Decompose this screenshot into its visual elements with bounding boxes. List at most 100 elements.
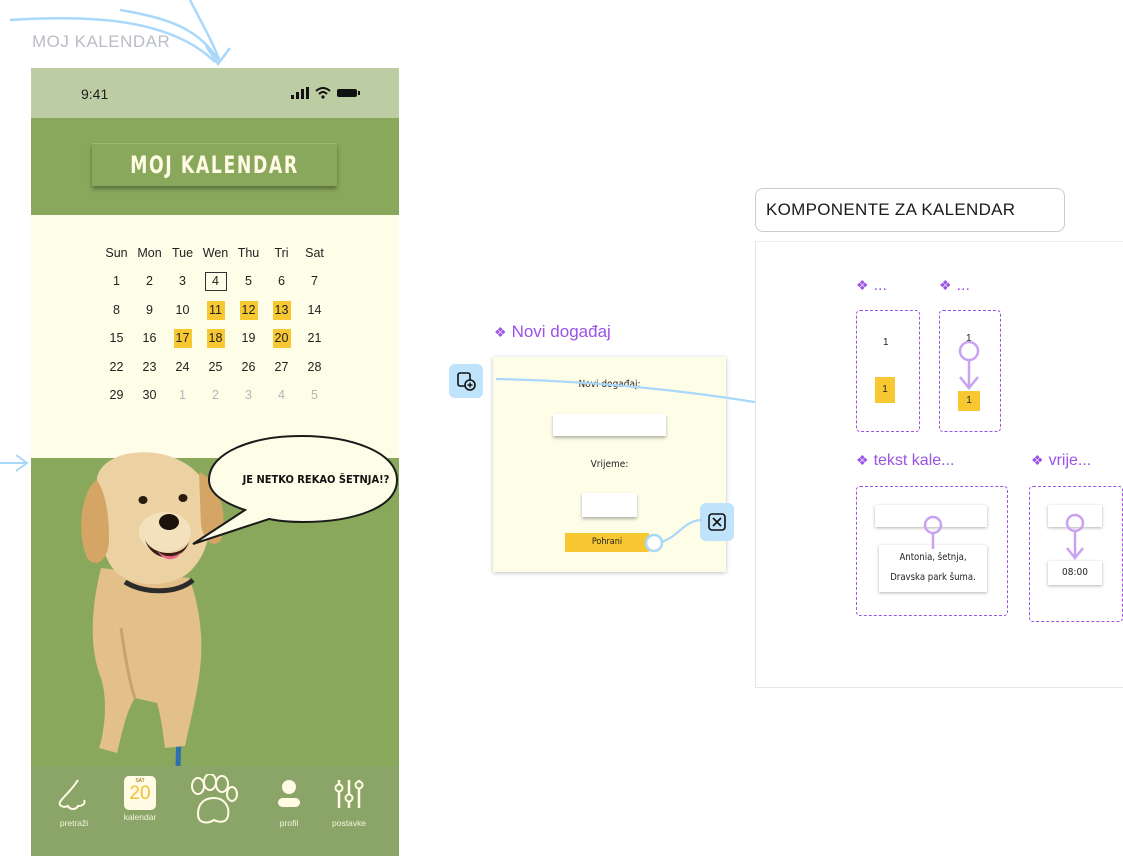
day-cell-component-set: 1 1 — [856, 310, 920, 432]
calendar-day[interactable]: 2 — [133, 272, 166, 291]
calendar-day[interactable]: 14 — [298, 301, 331, 320]
calendar-day[interactable]: 20 — [265, 329, 298, 349]
frame-label[interactable]: MOJ KALENDAR — [32, 32, 170, 52]
calendar-day-label: 8 — [113, 302, 120, 317]
calendar-day-label: 25 — [208, 359, 223, 374]
status-bar: 9:41 — [31, 68, 399, 118]
weekday-label: Mon — [137, 246, 162, 261]
nav-item-postavke[interactable]: postavke — [319, 776, 379, 828]
calendar-day-label: 29 — [109, 388, 124, 403]
calendar-day[interactable]: 30 — [133, 386, 166, 405]
time-filled: 08:00 — [1048, 561, 1102, 585]
calendar-day[interactable]: 1 — [166, 386, 199, 405]
calendar-day-label: 5 — [245, 274, 252, 289]
calendar-day[interactable]: 19 — [232, 329, 265, 348]
status-time: 9:41 — [81, 86, 109, 102]
calendar-day[interactable]: 1 — [100, 272, 133, 291]
calendar-day[interactable]: 11 — [199, 300, 232, 320]
calendar-day-label: 3 — [245, 388, 252, 403]
calendar-day[interactable]: 4 — [265, 386, 298, 405]
calendar-day-label: 14 — [307, 302, 322, 317]
novi-dogadjaj-component-title[interactable]: ❖ Novi događaj — [494, 322, 611, 342]
calendar-day[interactable]: 24 — [166, 358, 199, 377]
calendar-day-label: 2 — [212, 388, 219, 403]
calendar-day-label: 11 — [206, 300, 225, 320]
component-title-time[interactable]: ❖ vrije... — [1031, 452, 1091, 470]
day-select-component-set: 1 1 — [939, 310, 1001, 432]
calendar-day[interactable]: 2 — [199, 386, 232, 405]
calendar-day[interactable]: 22 — [100, 358, 133, 377]
calendar-day[interactable]: 27 — [265, 358, 298, 377]
calendar-day[interactable]: 3 — [232, 386, 265, 405]
interaction-arrow — [923, 515, 943, 549]
component-title-calendar-text[interactable]: ❖ tekst kale... — [856, 452, 954, 470]
calendar-day[interactable]: 8 — [100, 301, 133, 320]
calendar-day[interactable]: 15 — [100, 329, 133, 348]
nav-item-paw[interactable] — [183, 773, 243, 834]
speech-bubble — [192, 434, 399, 545]
app-header: MOJ KALENDAR — [31, 118, 399, 215]
calendar-week-row: 22 23 24 25 26 27 28 — [100, 353, 332, 382]
calendar-day-label: 21 — [307, 331, 322, 346]
nose-search-icon — [58, 779, 86, 810]
calendar-day-label: 28 — [307, 359, 322, 374]
calendar-day[interactable]: 23 — [133, 358, 166, 377]
calendar-day[interactable]: 4 — [199, 272, 232, 292]
calendar-text-line2: Dravska park šuma. — [890, 572, 976, 583]
calendar-day[interactable]: 13 — [265, 300, 298, 320]
component-title-day[interactable]: ❖... — [856, 277, 887, 295]
component-title-text: Novi događaj — [511, 322, 611, 341]
components-section-label[interactable]: KOMPONENTE ZA KALENDAR — [755, 188, 1065, 232]
nav-item-profil[interactable]: profil — [259, 776, 319, 828]
calendar-day-label: 24 — [175, 359, 190, 374]
signal-icon — [291, 86, 309, 99]
calendar-day[interactable]: 12 — [232, 300, 265, 320]
calendar-day-label: 7 — [311, 274, 318, 289]
calendar-day-label: 18 — [206, 329, 225, 349]
calendar-day-label: 15 — [109, 331, 124, 346]
calendar-day-label: 9 — [146, 302, 153, 317]
calendar-icon-date: 20 — [129, 783, 151, 804]
calendar-day[interactable]: 17 — [166, 329, 199, 349]
calendar-day[interactable]: 6 — [265, 272, 298, 291]
nav-item-pretrazi[interactable]: pretraži — [44, 776, 104, 828]
nav-label: profil — [279, 818, 299, 828]
nav-label: postavke — [331, 818, 367, 828]
calendar-day[interactable]: 10 — [166, 301, 199, 320]
calendar-day-label: 20 — [272, 329, 291, 349]
calendar-week-row: 8 9 10 11 12 13 14 — [100, 296, 332, 325]
calendar-day-label: 4 — [204, 272, 227, 292]
calendar-day[interactable]: 3 — [166, 272, 199, 291]
nav-item-kalendar[interactable]: SAT 20 kalendar — [110, 776, 170, 822]
calendar-day[interactable]: 21 — [298, 329, 331, 348]
calendar-day-label: 6 — [278, 274, 285, 289]
calendar-text-component-set: Antonia, šetnja, Dravska park šuma. — [856, 486, 1008, 616]
paw-icon — [191, 773, 238, 824]
calendar-day[interactable]: 26 — [232, 358, 265, 377]
calendar-day-label: 27 — [274, 359, 289, 374]
status-icons — [291, 85, 361, 100]
calendar-day[interactable]: 29 — [100, 386, 133, 405]
calendar-day[interactable]: 5 — [232, 272, 265, 291]
calendar-day-label: 5 — [311, 388, 318, 403]
calendar-day[interactable]: 5 — [298, 386, 331, 405]
bottom-nav: pretraži SAT 20 kalendar profil postavke — [31, 766, 399, 856]
calendar-day[interactable]: 16 — [133, 329, 166, 348]
calendar-day-label: 22 — [109, 359, 124, 374]
calendar-day[interactable]: 25 — [199, 358, 232, 377]
calendar-day-label: 19 — [241, 331, 256, 346]
calendar-day[interactable]: 18 — [199, 329, 232, 349]
nav-label: kalendar — [123, 812, 157, 822]
calendar-week-row: 15 16 17 18 19 20 21 — [100, 325, 332, 354]
calendar-week-row: 29 30 1 2 3 4 5 — [100, 382, 332, 411]
calendar-text-filled: Antonia, šetnja, Dravska park šuma. — [879, 545, 987, 592]
weekday-label: Thu — [237, 246, 260, 261]
component-title-day-selected[interactable]: ❖... — [939, 277, 970, 295]
calendar-day[interactable]: 28 — [298, 358, 331, 377]
calendar-weeks: 1 2 3 4 5 6 7 8 9 10 11 12 13 14 15 16 17 18 19 20 21 22 23 24 2… — [100, 268, 332, 411]
components-section-title: KOMPONENTE ZA KALENDAR — [766, 200, 1016, 219]
calendar-day[interactable]: 7 — [298, 272, 331, 291]
time-component-set: 08:00 — [1029, 486, 1123, 622]
calendar-day[interactable]: 9 — [133, 301, 166, 320]
calendar-day-label: 12 — [239, 300, 258, 320]
